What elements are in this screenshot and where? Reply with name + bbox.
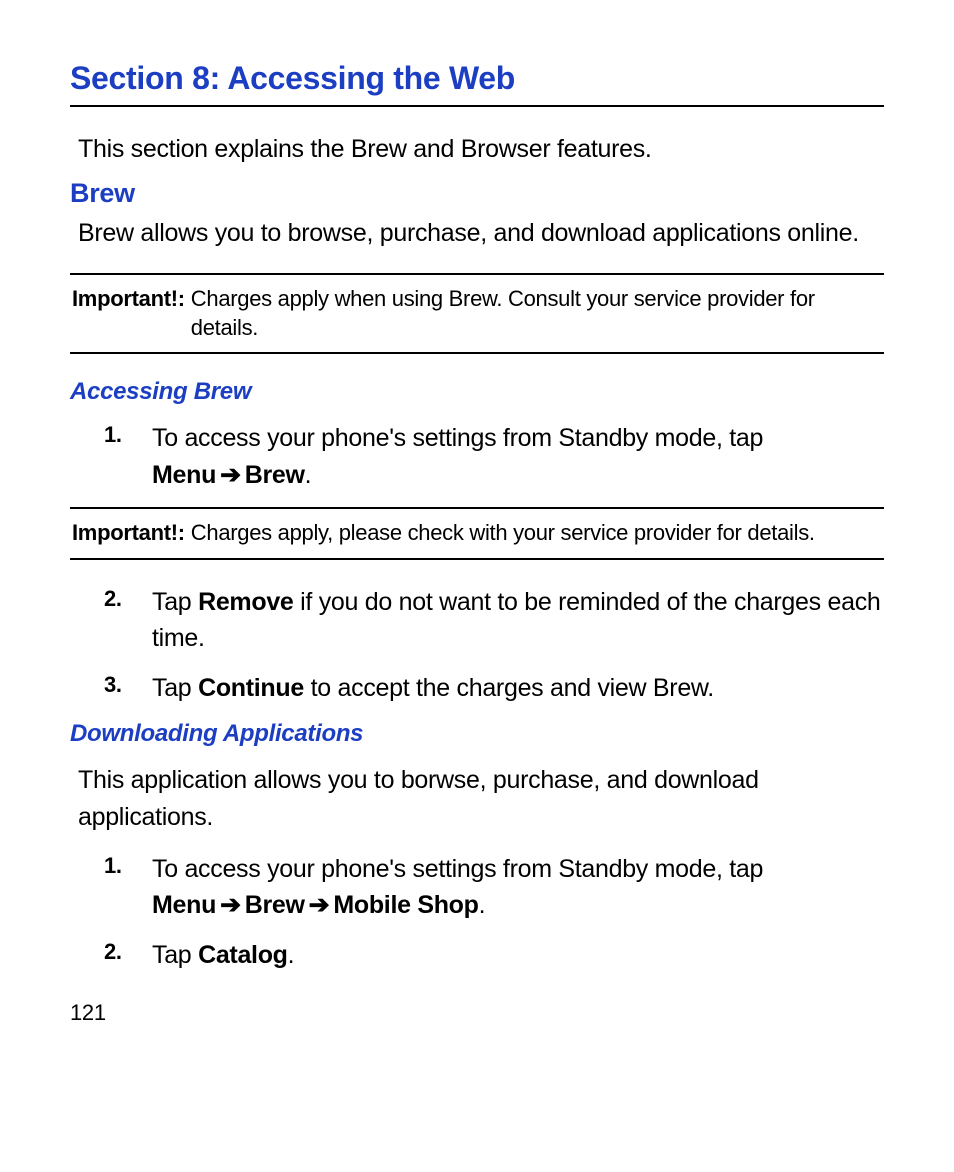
important-label: Important!: xyxy=(70,519,185,548)
menu-path-item: Mobile Shop xyxy=(333,891,478,919)
list-item: 1. To access your phone's settings from … xyxy=(70,851,884,924)
list-number: 2. xyxy=(104,937,152,973)
list-body: To access your phone's settings from Sta… xyxy=(152,420,884,493)
list-item: 3. Tap Continue to accept the charges an… xyxy=(70,670,884,706)
action-bold: Continue xyxy=(198,674,304,702)
menu-path-item: Menu xyxy=(152,891,216,919)
list-number: 1. xyxy=(104,420,152,493)
brew-paragraph: Brew allows you to browse, purchase, and… xyxy=(78,215,876,251)
brew-heading: Brew xyxy=(70,178,884,209)
list-body: Tap Continue to accept the charges and v… xyxy=(152,670,714,706)
action-bold: Catalog xyxy=(198,941,288,969)
list-number: 3. xyxy=(104,670,152,706)
important-note: Important!: Charges apply, please check … xyxy=(70,507,884,560)
step-text: Tap xyxy=(152,941,198,969)
important-text: Charges apply, please check with your se… xyxy=(185,519,815,548)
list-body: To access your phone's settings from Sta… xyxy=(152,851,884,924)
list-number: 1. xyxy=(104,851,152,924)
menu-path-item: Brew xyxy=(245,891,305,919)
arrow-icon: ➔ xyxy=(216,891,245,919)
downloading-paragraph: This application allows you to borwse, p… xyxy=(78,762,876,835)
list-item: 2. Tap Catalog. xyxy=(70,937,884,973)
action-bold: Remove xyxy=(198,588,293,616)
step-text: To access your phone's settings from Sta… xyxy=(152,855,763,883)
step-text: To access your phone's settings from Sta… xyxy=(152,424,763,452)
menu-path-item: Menu xyxy=(152,461,216,489)
list-number: 2. xyxy=(104,584,152,657)
step-text: Tap xyxy=(152,588,198,616)
step-text: . xyxy=(479,891,486,919)
arrow-icon: ➔ xyxy=(305,891,334,919)
list-body: Tap Catalog. xyxy=(152,937,294,973)
list-item: 2. Tap Remove if you do not want to be r… xyxy=(70,584,884,657)
downloading-heading: Downloading Applications xyxy=(70,720,884,748)
accessing-brew-heading: Accessing Brew xyxy=(70,378,884,406)
list-item: 1. To access your phone's settings from … xyxy=(70,420,884,493)
important-label: Important!: xyxy=(70,285,185,342)
step-text: to accept the charges and view Brew. xyxy=(304,674,714,702)
page-number: 121 xyxy=(70,1000,884,1026)
list-body: Tap Remove if you do not want to be remi… xyxy=(152,584,884,657)
menu-path-item: Brew xyxy=(245,461,305,489)
section-title: Section 8: Accessing the Web xyxy=(70,60,884,107)
section-intro: This section explains the Brew and Brows… xyxy=(78,135,876,164)
step-text: Tap xyxy=(152,674,198,702)
step-text: . xyxy=(288,941,295,969)
important-text: Charges apply when using Brew. Consult y… xyxy=(185,285,884,342)
arrow-icon: ➔ xyxy=(216,461,245,489)
important-note: Important!: Charges apply when using Bre… xyxy=(70,273,884,354)
step-text: . xyxy=(305,461,312,489)
